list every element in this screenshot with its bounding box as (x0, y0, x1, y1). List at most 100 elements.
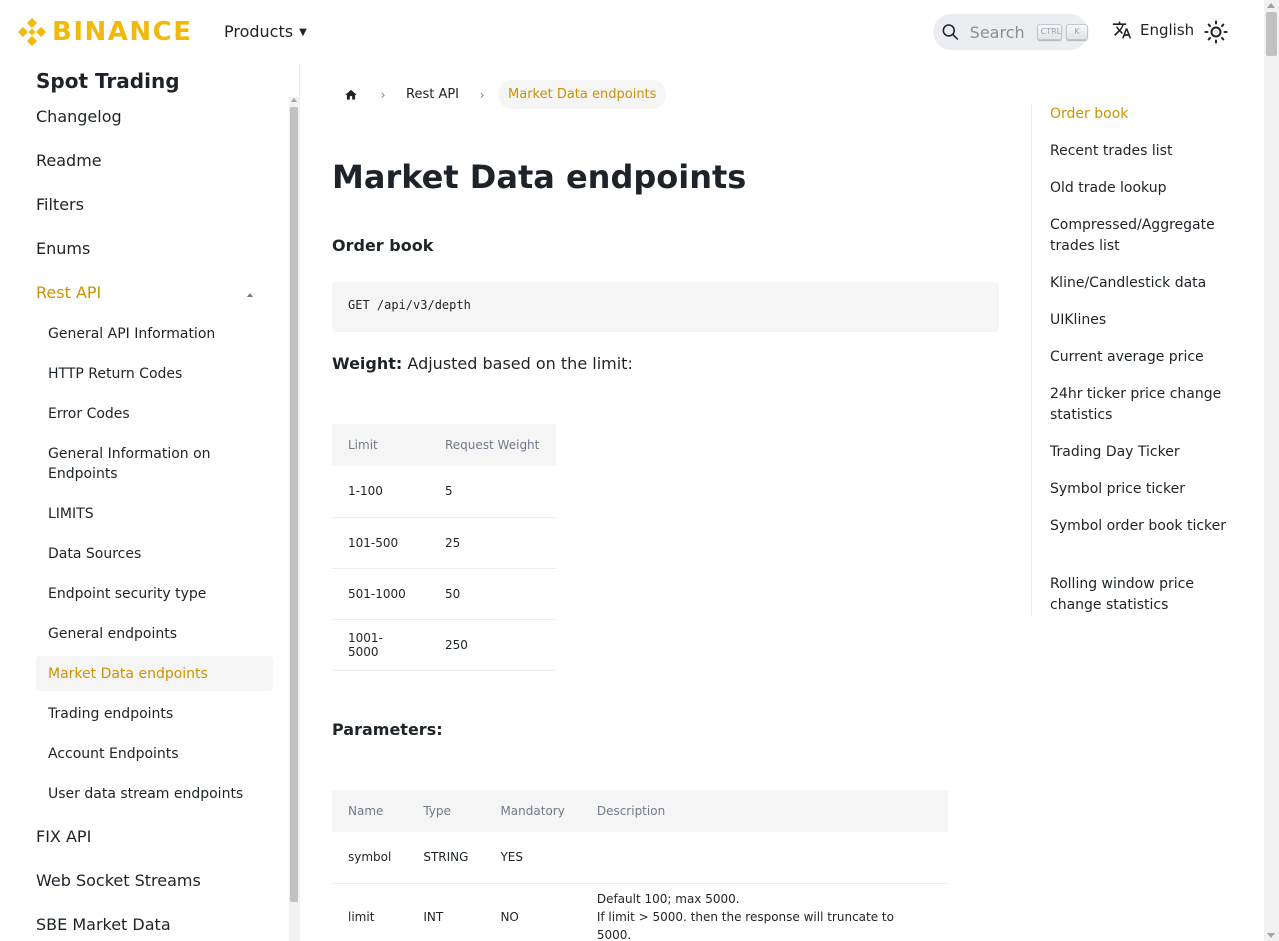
sidebar-subitem-general-information-on-endpoints[interactable]: General Information on Endpoints (36, 444, 273, 484)
weight-text: Adjusted based on the limit: (407, 354, 633, 373)
table-cell: YES (484, 832, 581, 884)
toc-item-order-book[interactable]: Order book (1050, 104, 1230, 125)
table-cell: INT (407, 883, 485, 941)
brand-name: BINANCE (52, 17, 193, 47)
scroll-up-icon[interactable] (1267, 3, 1275, 8)
table-cell: 25 (429, 517, 556, 569)
column-header: Mandatory (484, 790, 581, 832)
sidebar-item-rest-api[interactable]: Rest API (36, 283, 101, 302)
sun-icon[interactable] (1204, 20, 1228, 44)
binance-logo-icon (18, 18, 46, 46)
table-row: 1-100 5 (332, 466, 556, 518)
sidebar-title: Spot Trading (36, 69, 180, 93)
binance-logo[interactable]: BINANCE (16, 16, 192, 48)
sidebar-item-enums[interactable]: Enums (36, 239, 90, 258)
page-title: Market Data endpoints (332, 158, 747, 196)
column-header: Description (580, 790, 948, 832)
home-icon (345, 89, 357, 100)
weight-label: Weight: (332, 354, 403, 373)
table-cell: STRING (407, 832, 485, 884)
toc-item-kline-data[interactable]: Kline/Candlestick data (1050, 273, 1230, 294)
scroll-down-icon[interactable] (1267, 933, 1275, 938)
language-selector[interactable]: English (1112, 20, 1194, 40)
weight-paragraph: Weight: Adjusted based on the limit: (332, 354, 633, 373)
table-cell: 5 (429, 466, 556, 518)
column-header: Type (407, 790, 485, 832)
table-cell (580, 832, 948, 884)
language-label: English (1140, 21, 1195, 39)
page-scroll-thumb[interactable] (1266, 12, 1277, 56)
sidebar-subitem-user-data-stream-endpoints[interactable]: User data stream endpoints (36, 784, 273, 804)
table-row: 1001-5000 250 (332, 619, 556, 671)
toc-item-trading-day-ticker[interactable]: Trading Day Ticker (1050, 442, 1230, 463)
chevron-right-icon: › (380, 87, 386, 102)
table-cell: Default 100; max 5000. If limit > 5000. … (580, 883, 948, 941)
sidebar-subitem-general-endpoints[interactable]: General endpoints (36, 624, 273, 644)
breadcrumb-rest-api[interactable]: Rest API (396, 87, 469, 102)
kbd-ctrl: CTRL (1036, 24, 1062, 40)
sidebar-item-filters[interactable]: Filters (36, 195, 84, 214)
kbd-k: K (1066, 24, 1088, 40)
toc-item-current-average-price[interactable]: Current average price (1050, 347, 1230, 368)
toc-item-rolling-window-stats[interactable]: Rolling window price change statistics (1050, 574, 1230, 616)
sidebar-item-web-socket-streams[interactable]: Web Socket Streams (36, 871, 201, 890)
sidebar-scroll-thumb[interactable] (290, 107, 298, 902)
top-navbar: BINANCE Products ▼ Search CTRL K English (0, 0, 1264, 64)
toc-item-symbol-price-ticker[interactable]: Symbol price ticker (1050, 479, 1230, 500)
column-header: Request Weight (429, 424, 556, 466)
breadcrumb-current: Market Data endpoints (498, 80, 667, 109)
sidebar-subitem-data-sources[interactable]: Data Sources (36, 544, 273, 564)
sidebar-subitem-trading-endpoints[interactable]: Trading endpoints (36, 704, 273, 724)
search-placeholder: Search (969, 22, 1025, 42)
table-row: limit INT NO Default 100; max 5000. If l… (332, 883, 948, 941)
table-cell: NO (484, 883, 581, 941)
translate-icon (1112, 21, 1132, 39)
sidebar: Spot Trading Changelog Readme Filters En… (0, 64, 300, 941)
description-line: If limit > 5000. then the response will … (596, 910, 894, 941)
toc-item-24hr-ticker[interactable]: 24hr ticker price change statistics (1050, 384, 1230, 426)
toc-item-uiklines[interactable]: UIKlines (1050, 310, 1230, 331)
products-label: Products (224, 22, 294, 41)
column-header: Name (332, 790, 408, 832)
toc-item-aggregate-trades[interactable]: Compressed/Aggregate trades list (1050, 215, 1230, 257)
sidebar-subitem-endpoint-security-type[interactable]: Endpoint security type (36, 584, 273, 604)
sidebar-subitem-market-data-endpoints[interactable]: Market Data endpoints (36, 656, 273, 691)
table-cell: 50 (429, 568, 556, 620)
code-block: GET /api/v3/depth (332, 282, 999, 332)
toc-item-old-trade-lookup[interactable]: Old trade lookup (1050, 178, 1230, 199)
scroll-up-icon[interactable] (291, 98, 297, 102)
section-heading-order-book: Order book (332, 236, 434, 255)
sidebar-scrollbar[interactable] (289, 97, 300, 941)
sidebar-item-readme[interactable]: Readme (36, 151, 102, 170)
table-cell: 1-100 (332, 466, 429, 518)
toc-item-recent-trades[interactable]: Recent trades list (1050, 141, 1230, 162)
table-cell: 501-1000 (332, 568, 429, 620)
sidebar-subitem-general-api-information[interactable]: General API Information (36, 324, 273, 344)
products-menu[interactable]: Products ▼ (224, 22, 307, 41)
page-scrollbar[interactable] (1264, 0, 1279, 941)
sidebar-subitem-limits[interactable]: LIMITS (36, 504, 273, 524)
table-cell: 250 (429, 619, 556, 671)
description-line: Default 100; max 5000. (596, 892, 740, 906)
caret-down-icon: ▼ (299, 27, 307, 38)
parameters-table: Name Type Mandatory Description symbol S… (332, 790, 948, 941)
sidebar-item-sbe-market-data[interactable]: SBE Market Data (36, 915, 171, 934)
toc-item-symbol-order-book-ticker[interactable]: Symbol order book ticker (1050, 516, 1230, 537)
section-heading-parameters: Parameters: (332, 720, 443, 739)
table-cell: limit (332, 883, 408, 941)
sidebar-subitem-account-endpoints[interactable]: Account Endpoints (36, 744, 273, 764)
table-row: 101-500 25 (332, 517, 556, 569)
column-header: Limit (332, 424, 429, 466)
table-row: symbol STRING YES (332, 832, 948, 884)
breadcrumb-home[interactable] (332, 80, 370, 109)
sidebar-subitem-http-return-codes[interactable]: HTTP Return Codes (36, 364, 273, 384)
collapse-caret-icon[interactable] (247, 293, 253, 297)
sidebar-item-fix-api[interactable]: FIX API (36, 827, 91, 846)
table-cell: 1001-5000 (332, 619, 429, 671)
table-of-contents: Order book Recent trades list Old trade … (1031, 104, 1231, 616)
chevron-right-icon: › (479, 87, 485, 102)
table-header-row: Limit Request Weight (332, 424, 556, 466)
search-button[interactable]: Search CTRL K (933, 14, 1088, 50)
sidebar-item-changelog[interactable]: Changelog (36, 107, 122, 126)
sidebar-subitem-error-codes[interactable]: Error Codes (36, 404, 273, 424)
